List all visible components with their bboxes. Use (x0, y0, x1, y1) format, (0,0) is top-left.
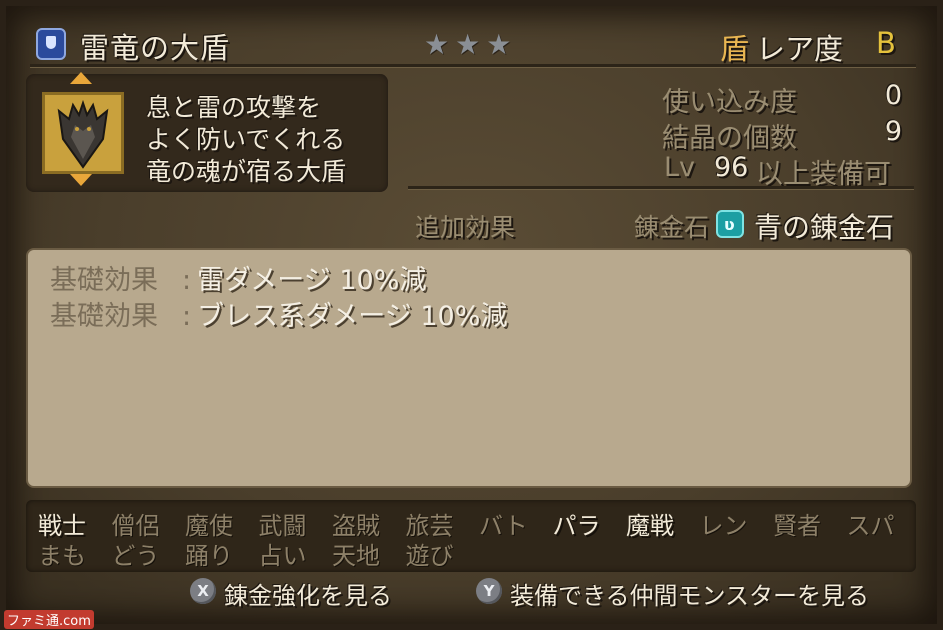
extra-effect-label: 追加効果 (415, 213, 516, 242)
crystal-value: 9 (884, 116, 902, 147)
effect-colon: : (182, 301, 192, 332)
alchemy-stone-value: 青の錬金石 (754, 211, 895, 244)
effect-row: 基礎効果: 雷ダメージ 10%減 (50, 258, 426, 297)
shield-category-icon (36, 28, 66, 60)
job-row2-4: 天地 (332, 542, 380, 570)
level-value: 96 (714, 152, 749, 183)
job-row1-7: パラ (552, 512, 601, 540)
usage-value: 0 (884, 80, 902, 111)
description-line-2: よく防いでくれる (146, 125, 346, 154)
description-line-1: 息と雷の攻撃を (146, 93, 322, 122)
job-row2-2: 踊り (185, 542, 233, 570)
job-row2-0: まも (38, 542, 86, 570)
effect-value: ブレス系ダメージ 10%減 (197, 301, 508, 332)
rarity-label: レア度 (756, 32, 844, 66)
item-detail-window: 雷竜の大盾 ★★★ 盾 レア度 B 息と雷の攻撃を よく防いでくれる 竜の魂が宿… (0, 0, 943, 630)
header-divider (30, 64, 916, 68)
monster-equip-link[interactable]: 装備できる仲間モンスターを見る (510, 576, 869, 611)
effect-value: 雷ダメージ 10%減 (197, 265, 427, 296)
effect-row: 基礎効果: ブレス系ダメージ 10%減 (50, 294, 507, 333)
item-name: 雷竜の大盾 (80, 31, 231, 65)
usage-label: 使い込み度 (662, 87, 797, 118)
site-watermark: ファミ通.com (4, 610, 94, 629)
y-button-icon[interactable]: Y (476, 578, 502, 604)
job-row1-9: レン (699, 512, 748, 540)
rarity-category-icon: 盾 (720, 32, 750, 66)
crystal-label: 結晶の個数 (662, 123, 797, 154)
effect-colon: : (182, 265, 192, 296)
level-prefix: Lv (664, 152, 696, 183)
job-row1-11: スパ (846, 512, 895, 540)
job-row1-8: 魔戦 (626, 512, 674, 540)
job-row1-6: バト (479, 512, 528, 540)
arrow-up-icon[interactable] (70, 72, 92, 84)
alchemy-stone-icon: ʋ (716, 210, 744, 238)
description-line-3: 竜の魂が宿る大盾 (146, 157, 347, 186)
arrow-down-icon[interactable] (70, 174, 92, 186)
dragon-shield-icon (57, 99, 109, 169)
x-button-icon[interactable]: X (190, 578, 216, 604)
star-rating: ★★★ (424, 28, 518, 61)
job-row2-3: 占い (258, 542, 307, 570)
item-thumbnail (42, 92, 124, 174)
rarity-value: B (876, 26, 896, 60)
alchemy-stone-label: 錬金石 (634, 213, 710, 242)
alchemy-upgrade-link[interactable]: 錬金強化を見る (224, 576, 392, 611)
effect-label: 基礎効果 (50, 265, 158, 296)
stats-divider (408, 186, 914, 190)
description-panel: 息と雷の攻撃を よく防いでくれる 竜の魂が宿る大盾 (26, 72, 388, 192)
job-row2-1: どう (111, 542, 160, 570)
effect-label: 基礎効果 (50, 301, 158, 332)
job-row2-5: 遊び (405, 542, 454, 570)
equippable-jobs-panel: 戦士 僧侶 魔使 武闘 盗賊 旅芸 バト パラ 魔戦 レン 賢者 スパ まも どう 踊り 占い 天地 遊び (26, 500, 916, 572)
effects-panel: 基礎効果: 雷ダメージ 10%減 基礎効果: ブレス系ダメージ 10%減 (26, 248, 912, 488)
job-row1-10: 賢者 (773, 512, 821, 540)
